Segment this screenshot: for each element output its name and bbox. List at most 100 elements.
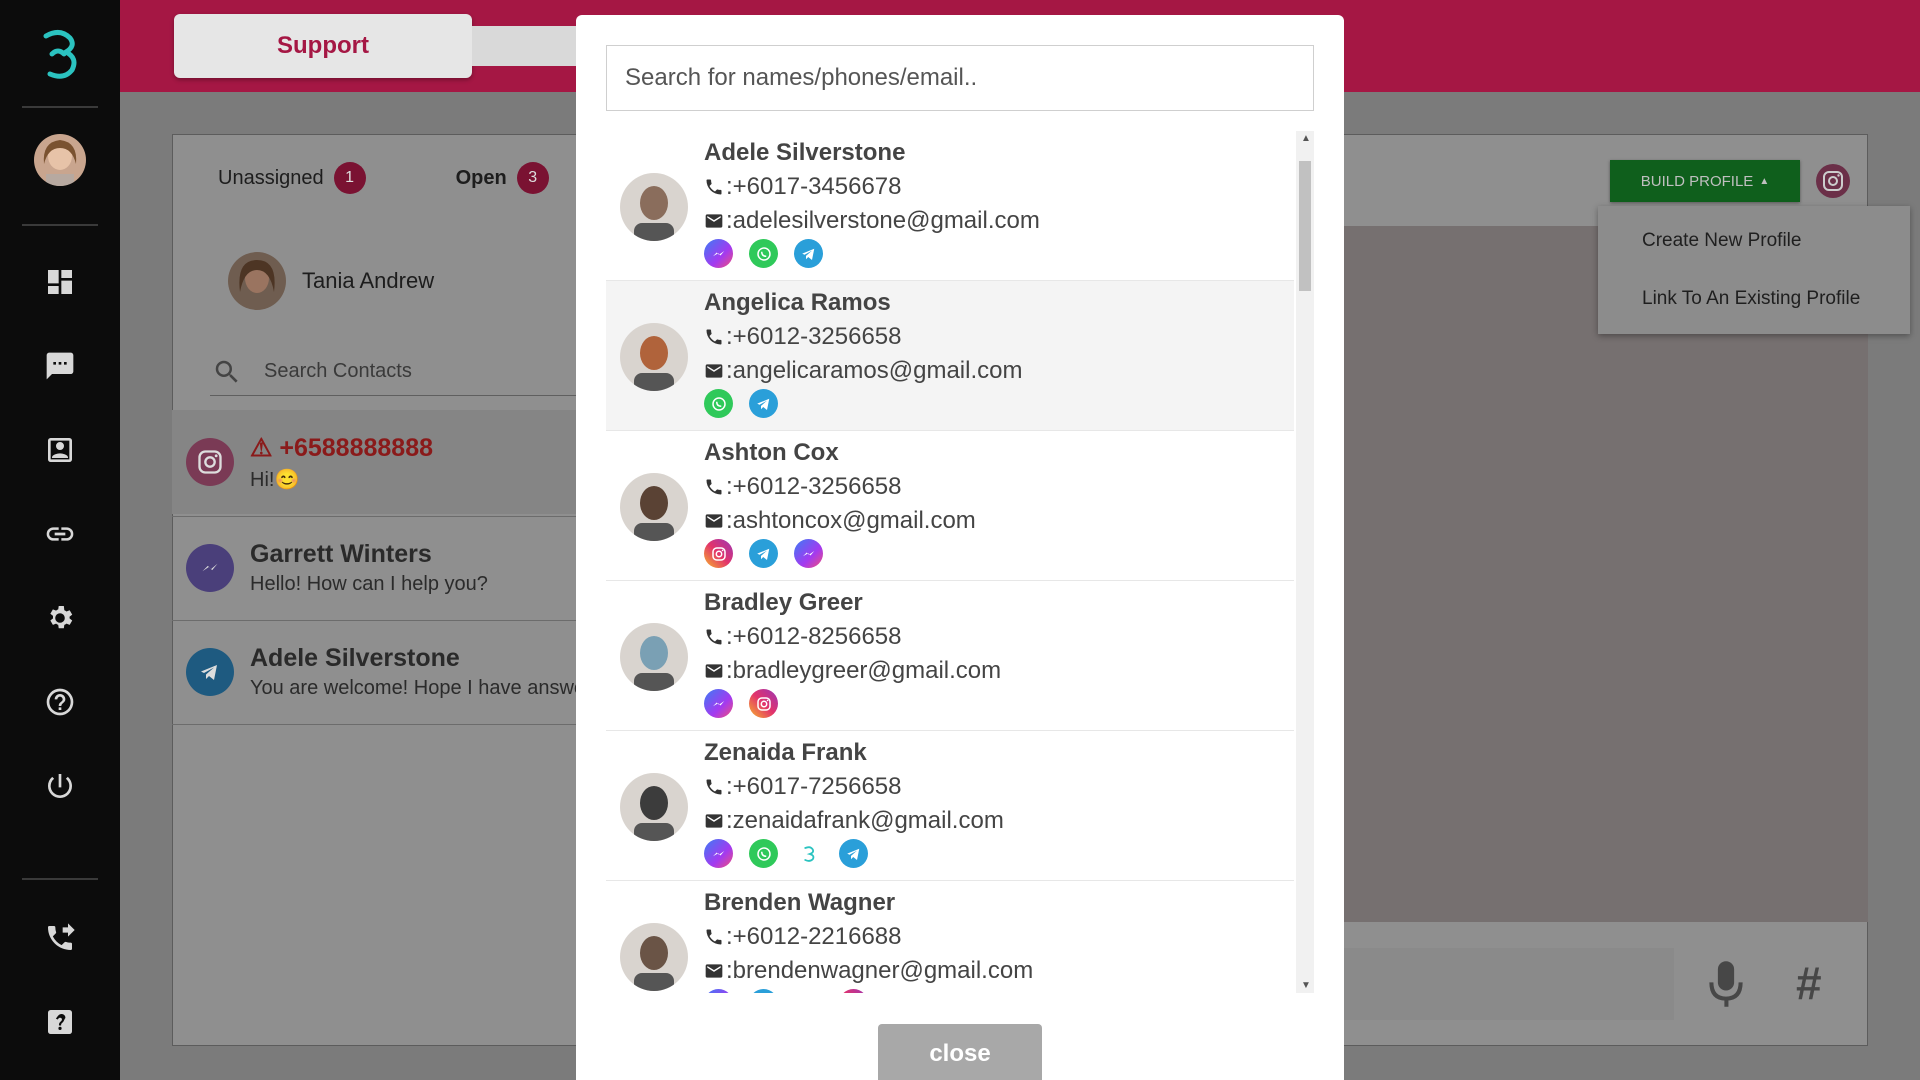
contact-row[interactable]: Brenden Wagner :+6012-2216688 :brendenwagn… [606,881,1294,993]
scroll-down-arrow[interactable]: ▼ [1301,980,1311,991]
user-avatar[interactable] [34,134,86,186]
contact-phone: :+6012-2216688 [704,923,902,951]
contact-row[interactable]: Bradley Greer:+6012-8256658:bradleygreer… [606,581,1294,731]
inbox-tabs: Unassigned 1 Open 3 [218,162,549,194]
chat-icon[interactable] [42,348,78,384]
help-icon[interactable] [42,684,78,720]
mail-icon [705,514,723,528]
telegram-icon[interactable] [794,239,823,268]
phone-icon [706,329,722,345]
phone-icon [706,179,722,195]
phone-forward-icon[interactable] [42,920,78,956]
contact-channels [704,239,823,268]
scrollbar-thumb[interactable] [1299,161,1311,291]
mail-icon [705,214,723,228]
tab-open[interactable]: Open 3 [456,162,549,194]
caret-up-icon: ▲ [1759,175,1770,187]
brand-logo-icon[interactable] [36,28,84,80]
telegram-icon [186,648,234,696]
telegram-icon[interactable] [749,539,778,568]
telegram-icon[interactable] [749,989,778,993]
mail-icon [705,964,723,978]
contacts-icon[interactable] [42,432,78,468]
tab-label: Unassigned [218,166,324,189]
agent-selector[interactable]: Tania Andrew [228,252,434,310]
contact-name: Brenden Wagner [704,889,896,916]
contact-channels [704,689,778,718]
messenger-icon[interactable] [794,539,823,568]
scrollbar[interactable]: ▲ ▼ [1296,131,1314,993]
contact-email: :brendenwagner@gmail.com [704,957,1033,985]
close-button[interactable]: close [878,1024,1042,1080]
phone-icon [706,929,722,945]
phone-icon [706,629,722,645]
contact-email: :ashtoncox@gmail.com [704,507,976,535]
messenger-icon[interactable] [704,689,733,718]
support-tab[interactable]: Support [174,14,472,78]
contact-email: :bradleygreer@gmail.com [704,657,1001,685]
profile-dropdown-menu: Create New Profile Link To An Existing P… [1598,206,1910,334]
phone-icon [706,779,722,795]
messenger-icon[interactable] [704,989,733,993]
conversation-preview: Hi!😊 [250,468,300,491]
brand-icon[interactable] [794,839,823,868]
messenger-icon[interactable] [704,839,733,868]
contact-channels [704,389,778,418]
telegram-icon[interactable] [749,389,778,418]
scroll-up-arrow[interactable]: ▲ [1301,133,1311,144]
mail-icon [705,814,723,828]
whatsapp-icon[interactable] [704,389,733,418]
telegram-icon[interactable] [839,839,868,868]
modal-search-input[interactable] [606,45,1314,111]
microphone-icon[interactable] [1706,958,1746,1010]
contact-phone: :+6012-8256658 [704,623,902,651]
contact-phone: :+6017-3456678 [704,173,902,201]
search-contacts-field[interactable]: Search Contacts [210,348,580,396]
instagram-icon [186,438,234,486]
whatsapp-icon[interactable] [749,239,778,268]
message-input[interactable] [1344,948,1674,1020]
conversation-item[interactable]: Garrett Winters Hello! How can I help yo… [172,516,592,620]
whatsapp-icon[interactable] [749,839,778,868]
contact-row[interactable]: Angelica Ramos:+6012-3256658:angelicaram… [606,281,1294,431]
contact-row[interactable]: Zenaida Frank:+6017-7256658:zenaidafrank… [606,731,1294,881]
conversation-item[interactable]: ⚠ +6588888888 Hi!😊 [172,410,592,514]
settings-icon[interactable] [42,600,78,636]
agent-name: Tania Andrew [302,268,435,293]
contact-phone: :+6012-3256658 [704,473,902,501]
search-contacts-placeholder: Search Contacts [264,360,412,382]
contact-row[interactable]: Ashton Cox:+6012-3256658:ashtoncox@gmail… [606,431,1294,581]
contact-avatar [620,473,688,541]
conversation-name: Garrett Winters [250,540,432,568]
hashtag-icon[interactable]: # [1796,956,1822,1010]
link-existing-profile-option[interactable]: Link To An Existing Profile [1642,288,1860,310]
mail-icon [705,664,723,678]
tab-unassigned[interactable]: Unassigned 1 [218,162,366,194]
warning-icon: ⚠ [250,433,280,462]
contact-name: Adele Silverstone [704,139,906,166]
contact-channels [704,839,868,868]
count-badge: 3 [516,162,549,194]
sidebar [0,0,120,1080]
instagram-icon[interactable] [1816,164,1850,198]
instagram-icon[interactable] [839,989,868,993]
help-box-icon[interactable] [42,1004,78,1040]
list-divider [172,724,592,725]
contact-picker-modal: Adele Silverstone:+6017-3456678:adelesil… [576,15,1344,1080]
power-icon[interactable] [42,768,78,804]
contact-phone: :+6012-3256658 [704,323,902,351]
header-tab-hidden[interactable] [472,26,582,66]
contact-row[interactable]: Adele Silverstone:+6017-3456678:adelesil… [606,131,1294,281]
contact-phone: :+6017-7256658 [704,773,902,801]
build-profile-button[interactable]: BUILD PROFILE ▲ [1610,160,1800,202]
brand-icon[interactable] [794,989,823,993]
instagram-icon[interactable] [704,539,733,568]
contact-list: Adele Silverstone:+6017-3456678:adelesil… [606,131,1294,993]
link-icon[interactable] [42,516,78,552]
conversation-item[interactable]: Adele Silverstone You are welcome! Hope … [172,620,592,724]
instagram-icon[interactable] [749,689,778,718]
dashboard-icon[interactable] [42,264,78,300]
messenger-icon[interactable] [704,239,733,268]
create-new-profile-option[interactable]: Create New Profile [1642,230,1801,252]
contact-email: :angelicaramos@gmail.com [704,357,1022,385]
